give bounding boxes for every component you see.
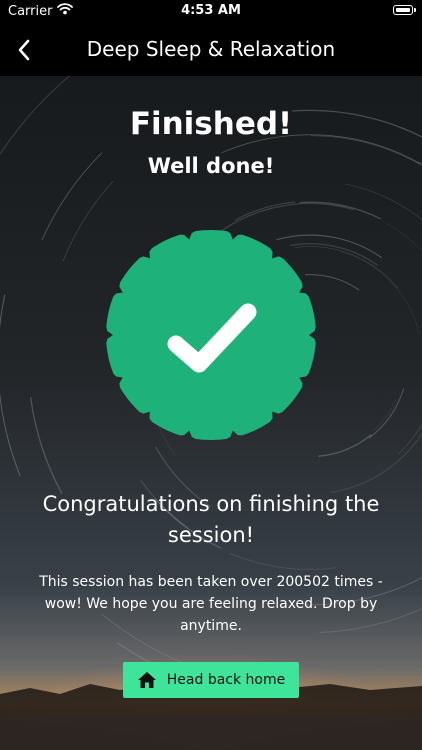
page-subtitle: Well done! [147, 154, 275, 178]
status-time: 4:53 AM [181, 3, 241, 18]
badge-seal-shape [106, 230, 316, 440]
congratulations-message: Congratulations on finishing the session… [42, 492, 380, 547]
main-content: Finished! Well done! Congratulations on … [0, 0, 422, 750]
status-bar: Carrier 4:53 AM [0, 0, 422, 24]
head-back-home-label: Head back home [166, 672, 286, 688]
session-finished-screen: Carrier 4:53 AM Deep Sleep & Relaxation … [0, 0, 422, 750]
completion-badge [106, 230, 316, 440]
chevron-left-icon [18, 39, 30, 61]
home-icon [137, 672, 156, 688]
nav-title: Deep Sleep & Relaxation [86, 37, 336, 61]
session-stats-text: This session has been taken over 200502 … [39, 574, 383, 634]
back-button[interactable] [6, 32, 42, 68]
battery-icon [393, 5, 416, 15]
head-back-home-button[interactable]: Head back home [123, 662, 299, 698]
page-title: Finished! [129, 106, 293, 142]
navigation-bar: Deep Sleep & Relaxation [0, 24, 422, 76]
